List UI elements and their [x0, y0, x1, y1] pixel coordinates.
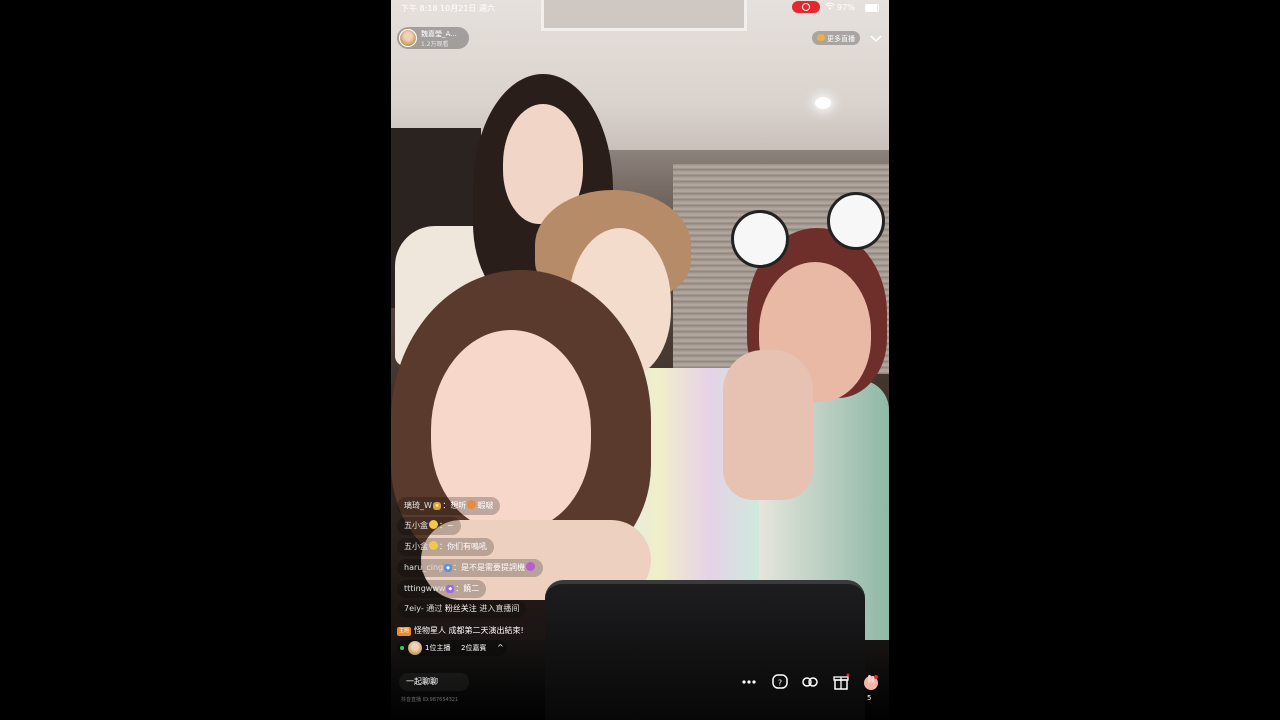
question-icon[interactable]: ? — [770, 672, 790, 692]
comment-text: 是不是需要提詞機 — [460, 563, 525, 572]
guest-count: 2位嘉賓 — [461, 644, 487, 652]
comment-user[interactable]: haru_cing — [404, 563, 443, 572]
host-avatar[interactable] — [399, 29, 417, 47]
system-message: 7eiy- 通过 粉丝关注 进入直播间 — [397, 600, 527, 618]
host-mini-avatar — [408, 641, 422, 655]
comment-item: 五小盒 ：~ — [397, 517, 461, 535]
comment-item: haru_cing ◆ ：是不是需要提詞機 — [397, 559, 543, 577]
host-count: 1位主播 — [425, 644, 451, 652]
comment-user[interactable]: 五小盒 — [404, 521, 428, 530]
comment-text: 饒二 — [463, 584, 480, 593]
comment-text-after: 蝦啵 — [477, 501, 494, 510]
crown-emoji-icon — [429, 541, 438, 550]
heart-emoji-icon — [467, 500, 477, 509]
more-live-label: 更多直播 — [827, 35, 855, 43]
panda-ear-right — [827, 192, 885, 250]
comment-item: 璃琦_W ★ ：想听 蝦啵 — [397, 497, 501, 515]
level-badge-icon: ◆ — [446, 585, 455, 593]
watermark: 抖音直播 ID:987654321 — [401, 697, 459, 703]
host-name: 魏嘉瑩_A... — [421, 30, 457, 38]
screen-record-icon — [792, 1, 820, 13]
chevron-down-icon[interactable] — [868, 30, 884, 46]
gift-icon[interactable] — [831, 672, 851, 692]
comment-item: tttingwww ◆ ：饒二 — [397, 580, 487, 598]
comment-text: 想听 — [450, 501, 467, 510]
comment-text: 你们有鳴吼 — [447, 542, 487, 551]
status-time: 下午 8:18 10月21日 週六 — [401, 4, 495, 13]
panda-ear-left — [731, 210, 789, 268]
sparkle-emoji-icon — [525, 562, 535, 571]
level-badge-icon: ◆ — [444, 564, 452, 572]
viewer-count: 1.2万观看 — [421, 41, 449, 48]
battery-percent: 97% — [837, 3, 855, 12]
waving-hand — [723, 350, 813, 500]
announcement: 主題 怪物星人 成都第二天演出結束! — [397, 623, 524, 639]
system-user[interactable]: 7eiy- — [404, 604, 424, 613]
comment-user[interactable]: 璃琦_W — [404, 501, 432, 510]
fan-badge-icon: ★ — [432, 502, 442, 510]
comment-user[interactable]: tttingwww — [404, 584, 445, 593]
online-dot-icon — [400, 646, 404, 650]
status-bar: 下午 8:18 10月21日 週六 97% — [391, 0, 889, 16]
comment-text: ~ — [447, 521, 454, 530]
panda-headband — [731, 192, 887, 268]
announcement-text: 怪物星人 成都第二天演出結束! — [414, 626, 524, 635]
like-hand-icon[interactable] — [861, 672, 881, 692]
more-live-button[interactable]: 更多直播 — [812, 31, 860, 45]
comment-user[interactable]: 五小盒 — [404, 542, 428, 551]
live-stream-screen: 下午 8:18 10月21日 週六 97% 魏嘉瑩_A... 1.2万观看 更多… — [391, 0, 889, 720]
comment-item: 五小盒 ：你们有鳴吼 — [397, 538, 494, 556]
chat-input-button[interactable]: 一起聊聊 — [399, 673, 469, 691]
system-pre: 通过 — [426, 604, 443, 613]
ceiling-light — [815, 97, 831, 109]
crown-emoji-icon — [429, 520, 438, 529]
battery-icon — [865, 4, 879, 12]
chair — [545, 580, 865, 720]
caret-up-icon: ^ — [497, 643, 504, 652]
announcement-tag: 主題 — [397, 627, 412, 636]
hat-icon — [817, 34, 825, 41]
hosts-row[interactable]: 1位主播 2位嘉賓 ^ — [397, 640, 507, 656]
link-mic-icon[interactable] — [800, 672, 820, 692]
wifi-icon — [825, 2, 835, 12]
like-counter: 5 — [867, 694, 872, 702]
host-info[interactable]: 魏嘉瑩_A... 1.2万观看 — [397, 27, 469, 49]
svg-text:?: ? — [778, 679, 782, 688]
system-highlight: 粉丝关注 — [444, 604, 477, 613]
system-post: 进入直播间 — [479, 604, 520, 613]
more-options-icon[interactable] — [739, 672, 759, 692]
